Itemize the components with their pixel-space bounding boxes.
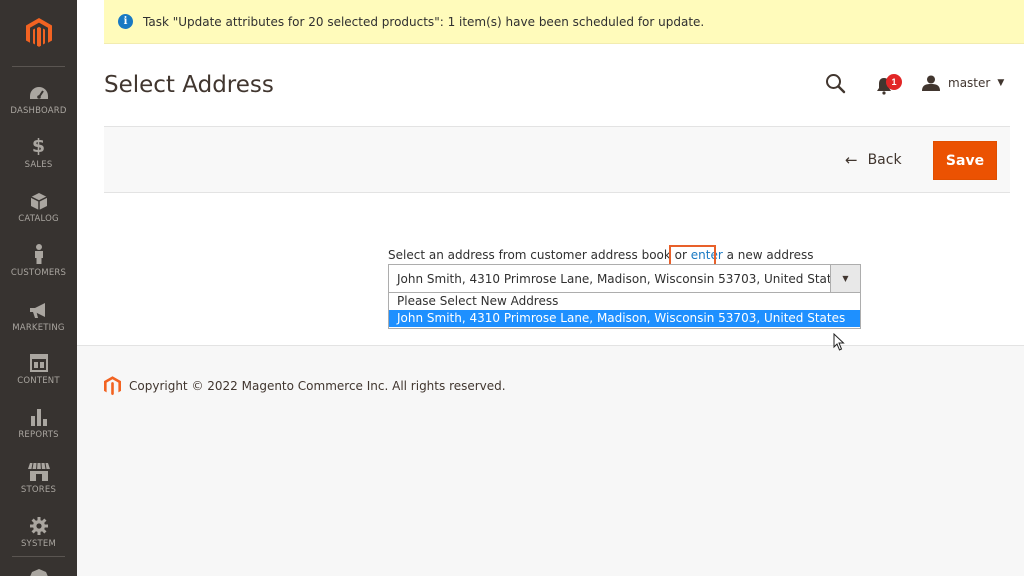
search-icon <box>826 74 846 94</box>
address-select-value: John Smith, 4310 Primrose Lane, Madison,… <box>397 271 846 286</box>
address-options-list: Please Select New Address John Smith, 43… <box>388 292 861 329</box>
sidebar-item-system[interactable]: SYSTEM <box>0 513 77 567</box>
magento-logo-icon <box>25 18 52 47</box>
sidebar-item-label: MARKETING <box>12 323 65 333</box>
address-select-label: Select an address from customer address … <box>388 248 814 262</box>
address-label-text-after: a new address <box>722 248 814 262</box>
sidebar-item-label: CATALOG <box>18 214 59 224</box>
magento-logo[interactable] <box>0 0 77 66</box>
sidebar-divider <box>12 66 65 67</box>
megaphone-icon <box>29 297 49 319</box>
chevron-down-icon: ▼ <box>997 78 1005 88</box>
sidebar-item-sales[interactable]: $ SALES <box>0 134 77 188</box>
user-name: master <box>948 76 991 90</box>
gear-icon <box>29 513 48 535</box>
sidebar-item-label: SALES <box>24 160 53 170</box>
address-option-selected[interactable]: John Smith, 4310 Primrose Lane, Madison,… <box>389 310 860 327</box>
magento-logo-icon <box>104 376 121 396</box>
box-icon <box>30 188 47 210</box>
system-message-text: Task "Update attributes for 20 selected … <box>143 14 705 29</box>
arrow-left-icon: ← <box>845 151 858 169</box>
layout-icon <box>29 350 48 372</box>
bar-chart-icon <box>30 404 48 426</box>
sidebar-item-reports[interactable]: REPORTS <box>0 404 77 458</box>
sidebar-item-marketing[interactable]: MARKETING <box>0 297 77 351</box>
system-message: i Task "Update attributes for 20 selecte… <box>104 0 1024 44</box>
back-button-label: Back <box>867 152 902 168</box>
notification-count-badge: 1 <box>886 74 902 90</box>
user-icon <box>922 75 940 91</box>
sidebar-item-stores[interactable]: STORES <box>0 459 77 513</box>
person-icon <box>34 242 44 264</box>
address-option[interactable]: Please Select New Address <box>389 293 860 310</box>
save-button[interactable]: Save <box>933 141 997 180</box>
sidebar-divider <box>12 556 65 557</box>
dashboard-icon <box>29 80 49 102</box>
sidebar-item-label: DASHBOARD <box>10 106 67 116</box>
admin-sidebar: DASHBOARD $ SALES CATALOG CUSTOMERS MARK… <box>0 0 77 576</box>
sidebar-item-catalog[interactable]: CATALOG <box>0 188 77 242</box>
storefront-icon <box>27 459 50 481</box>
mouse-cursor-icon <box>833 332 845 356</box>
sidebar-item-label: REPORTS <box>18 430 59 440</box>
sidebar-item-dashboard[interactable]: DASHBOARD <box>0 80 77 134</box>
enter-new-address-link[interactable]: enter <box>691 248 723 262</box>
page-title: Select Address <box>104 72 274 98</box>
sidebar-item-label: CUSTOMERS <box>10 268 67 278</box>
address-label-text: Select an address from customer address … <box>388 248 691 262</box>
footer: Copyright © 2022 Magento Commerce Inc. A… <box>104 376 506 396</box>
sidebar-item-label: CONTENT <box>17 376 60 386</box>
address-select[interactable]: John Smith, 4310 Primrose Lane, Madison,… <box>388 264 861 293</box>
back-button[interactable]: ← Back <box>845 148 902 172</box>
page-actions-bar: ← Back Save <box>104 126 1010 193</box>
sidebar-item-label: SYSTEM <box>20 539 57 549</box>
copyright-text: Copyright © 2022 Magento Commerce Inc. A… <box>129 379 506 393</box>
dollar-icon: $ <box>31 135 46 157</box>
partners-icon[interactable] <box>29 566 49 576</box>
sidebar-item-content[interactable]: CONTENT <box>0 350 77 404</box>
info-icon: i <box>118 14 133 29</box>
user-account-menu[interactable]: master ▼ <box>922 74 1004 92</box>
sidebar-item-label: STORES <box>20 485 57 495</box>
global-search-button[interactable] <box>825 73 847 95</box>
dropdown-arrow-icon[interactable]: ▼ <box>830 265 860 292</box>
sidebar-item-customers[interactable]: CUSTOMERS <box>0 242 77 296</box>
